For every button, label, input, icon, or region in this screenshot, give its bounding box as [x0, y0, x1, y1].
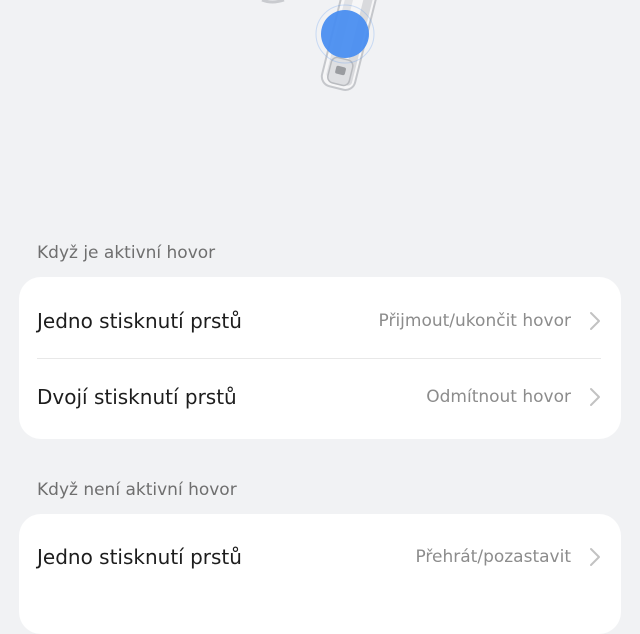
- section-header-active-call: Když je aktivní hovor: [37, 243, 216, 263]
- setting-title: Dvojí stisknutí prstů: [37, 384, 237, 409]
- setting-value: Přehrát/pozastavit: [415, 546, 571, 567]
- settings-card-no-active-call: Jedno stisknutí prstů Přehrát/pozastavit: [19, 514, 621, 634]
- earbud-illustration: [261, 0, 384, 91]
- chevron-right-icon: [590, 387, 600, 406]
- setting-row-double-press-active[interactable]: Dvojí stisknutí prstů Odmítnout hovor: [19, 359, 621, 434]
- chevron-right-icon: [590, 547, 600, 566]
- chevron-right-icon: [590, 311, 600, 330]
- setting-value: Odmítnout hovor: [426, 386, 571, 407]
- setting-row-single-press-active[interactable]: Jedno stisknutí prstů Přijmout/ukončit h…: [19, 283, 621, 358]
- touch-point-icon: [321, 10, 369, 58]
- settings-card-active-call: Jedno stisknutí prstů Přijmout/ukončit h…: [19, 277, 621, 439]
- section-header-no-active-call: Když není aktivní hovor: [37, 480, 237, 500]
- setting-title: Jedno stisknutí prstů: [37, 544, 242, 569]
- setting-title: Jedno stisknutí prstů: [37, 308, 242, 333]
- setting-value: Přijmout/ukončit hovor: [378, 310, 571, 331]
- setting-row-single-press-inactive[interactable]: Jedno stisknutí prstů Přehrát/pozastavit: [19, 519, 621, 594]
